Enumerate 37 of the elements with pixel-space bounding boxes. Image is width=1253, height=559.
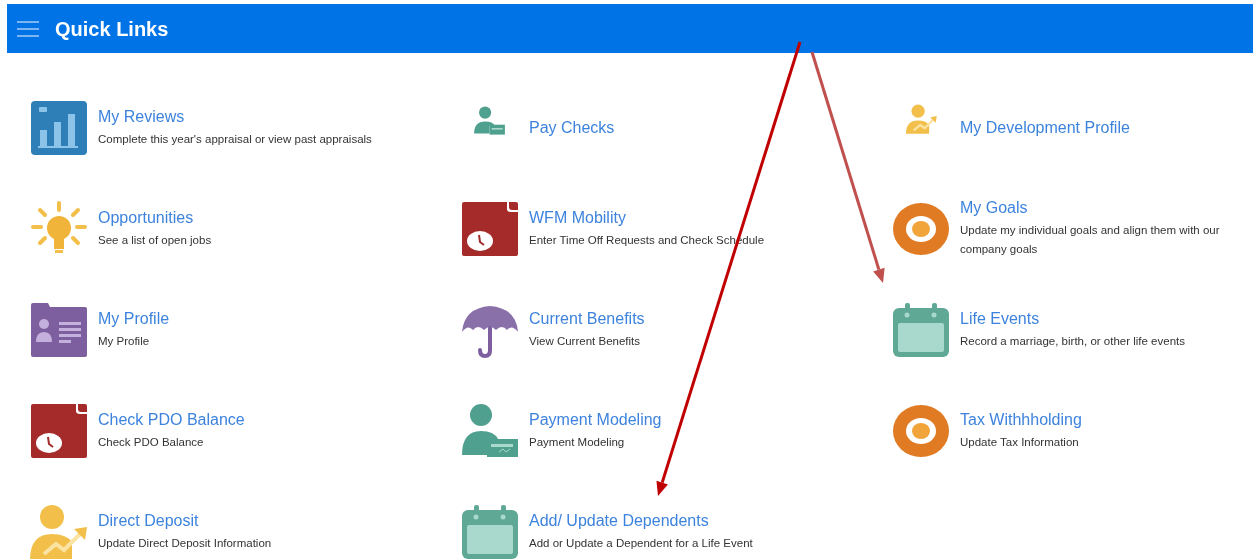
quick-link[interactable]: Life Events <box>960 308 1185 329</box>
link-description: Check PDO Balance <box>98 434 205 450</box>
link-description: Update Tax Information <box>960 434 1080 450</box>
target-icon[interactable] <box>892 402 950 459</box>
quick-link[interactable]: Current Benefits <box>529 308 645 329</box>
clock-icon[interactable] <box>30 402 88 459</box>
link-description: Complete this year's appraisal or view past appraisals <box>98 131 372 147</box>
quick-link[interactable]: Direct Deposit <box>98 510 272 531</box>
quick-link[interactable]: My Reviews <box>98 106 372 127</box>
link-description: View Current Benefits <box>529 333 641 349</box>
quick-link[interactable]: My Development Profile <box>960 117 1130 138</box>
quick-link[interactable]: Opportunities <box>98 207 212 228</box>
id-card-icon[interactable] <box>30 301 88 358</box>
person-check-icon[interactable] <box>461 402 519 459</box>
link-description: Record a marriage, birth, or other life events <box>960 333 1185 349</box>
quick-link[interactable]: Add/ Update Dependents <box>529 510 753 531</box>
quick-link[interactable]: Tax Withhholding <box>960 409 1082 430</box>
person-growth-icon[interactable] <box>30 503 88 559</box>
link-description: My Profile <box>98 333 151 349</box>
link-description: See a list of open jobs <box>98 232 212 248</box>
quick-link[interactable]: My Profile <box>98 308 170 329</box>
calendar-icon[interactable] <box>461 503 519 559</box>
link-description: Update Direct Deposit Information <box>98 535 272 551</box>
quick-link[interactable]: Payment Modeling <box>529 409 662 430</box>
link-description: Update my individual goals and align them with our company goals <box>960 223 1221 257</box>
page-title: Quick Links <box>55 16 169 41</box>
link-description: Payment Modeling <box>529 434 626 450</box>
menu-icon[interactable] <box>17 20 39 37</box>
bar-chart-icon[interactable] <box>30 99 88 156</box>
quick-link[interactable]: Check PDO Balance <box>98 409 245 430</box>
quick-link[interactable]: Pay Checks <box>529 117 615 138</box>
link-description: Add or Update a Dependent for a Life Event <box>529 535 753 551</box>
calendar-icon[interactable] <box>892 301 950 358</box>
clock-icon[interactable] <box>461 200 519 257</box>
quick-link[interactable]: My Goals <box>960 198 1250 218</box>
quick-link[interactable]: WFM Mobility <box>529 207 765 228</box>
target-icon[interactable] <box>892 200 950 257</box>
